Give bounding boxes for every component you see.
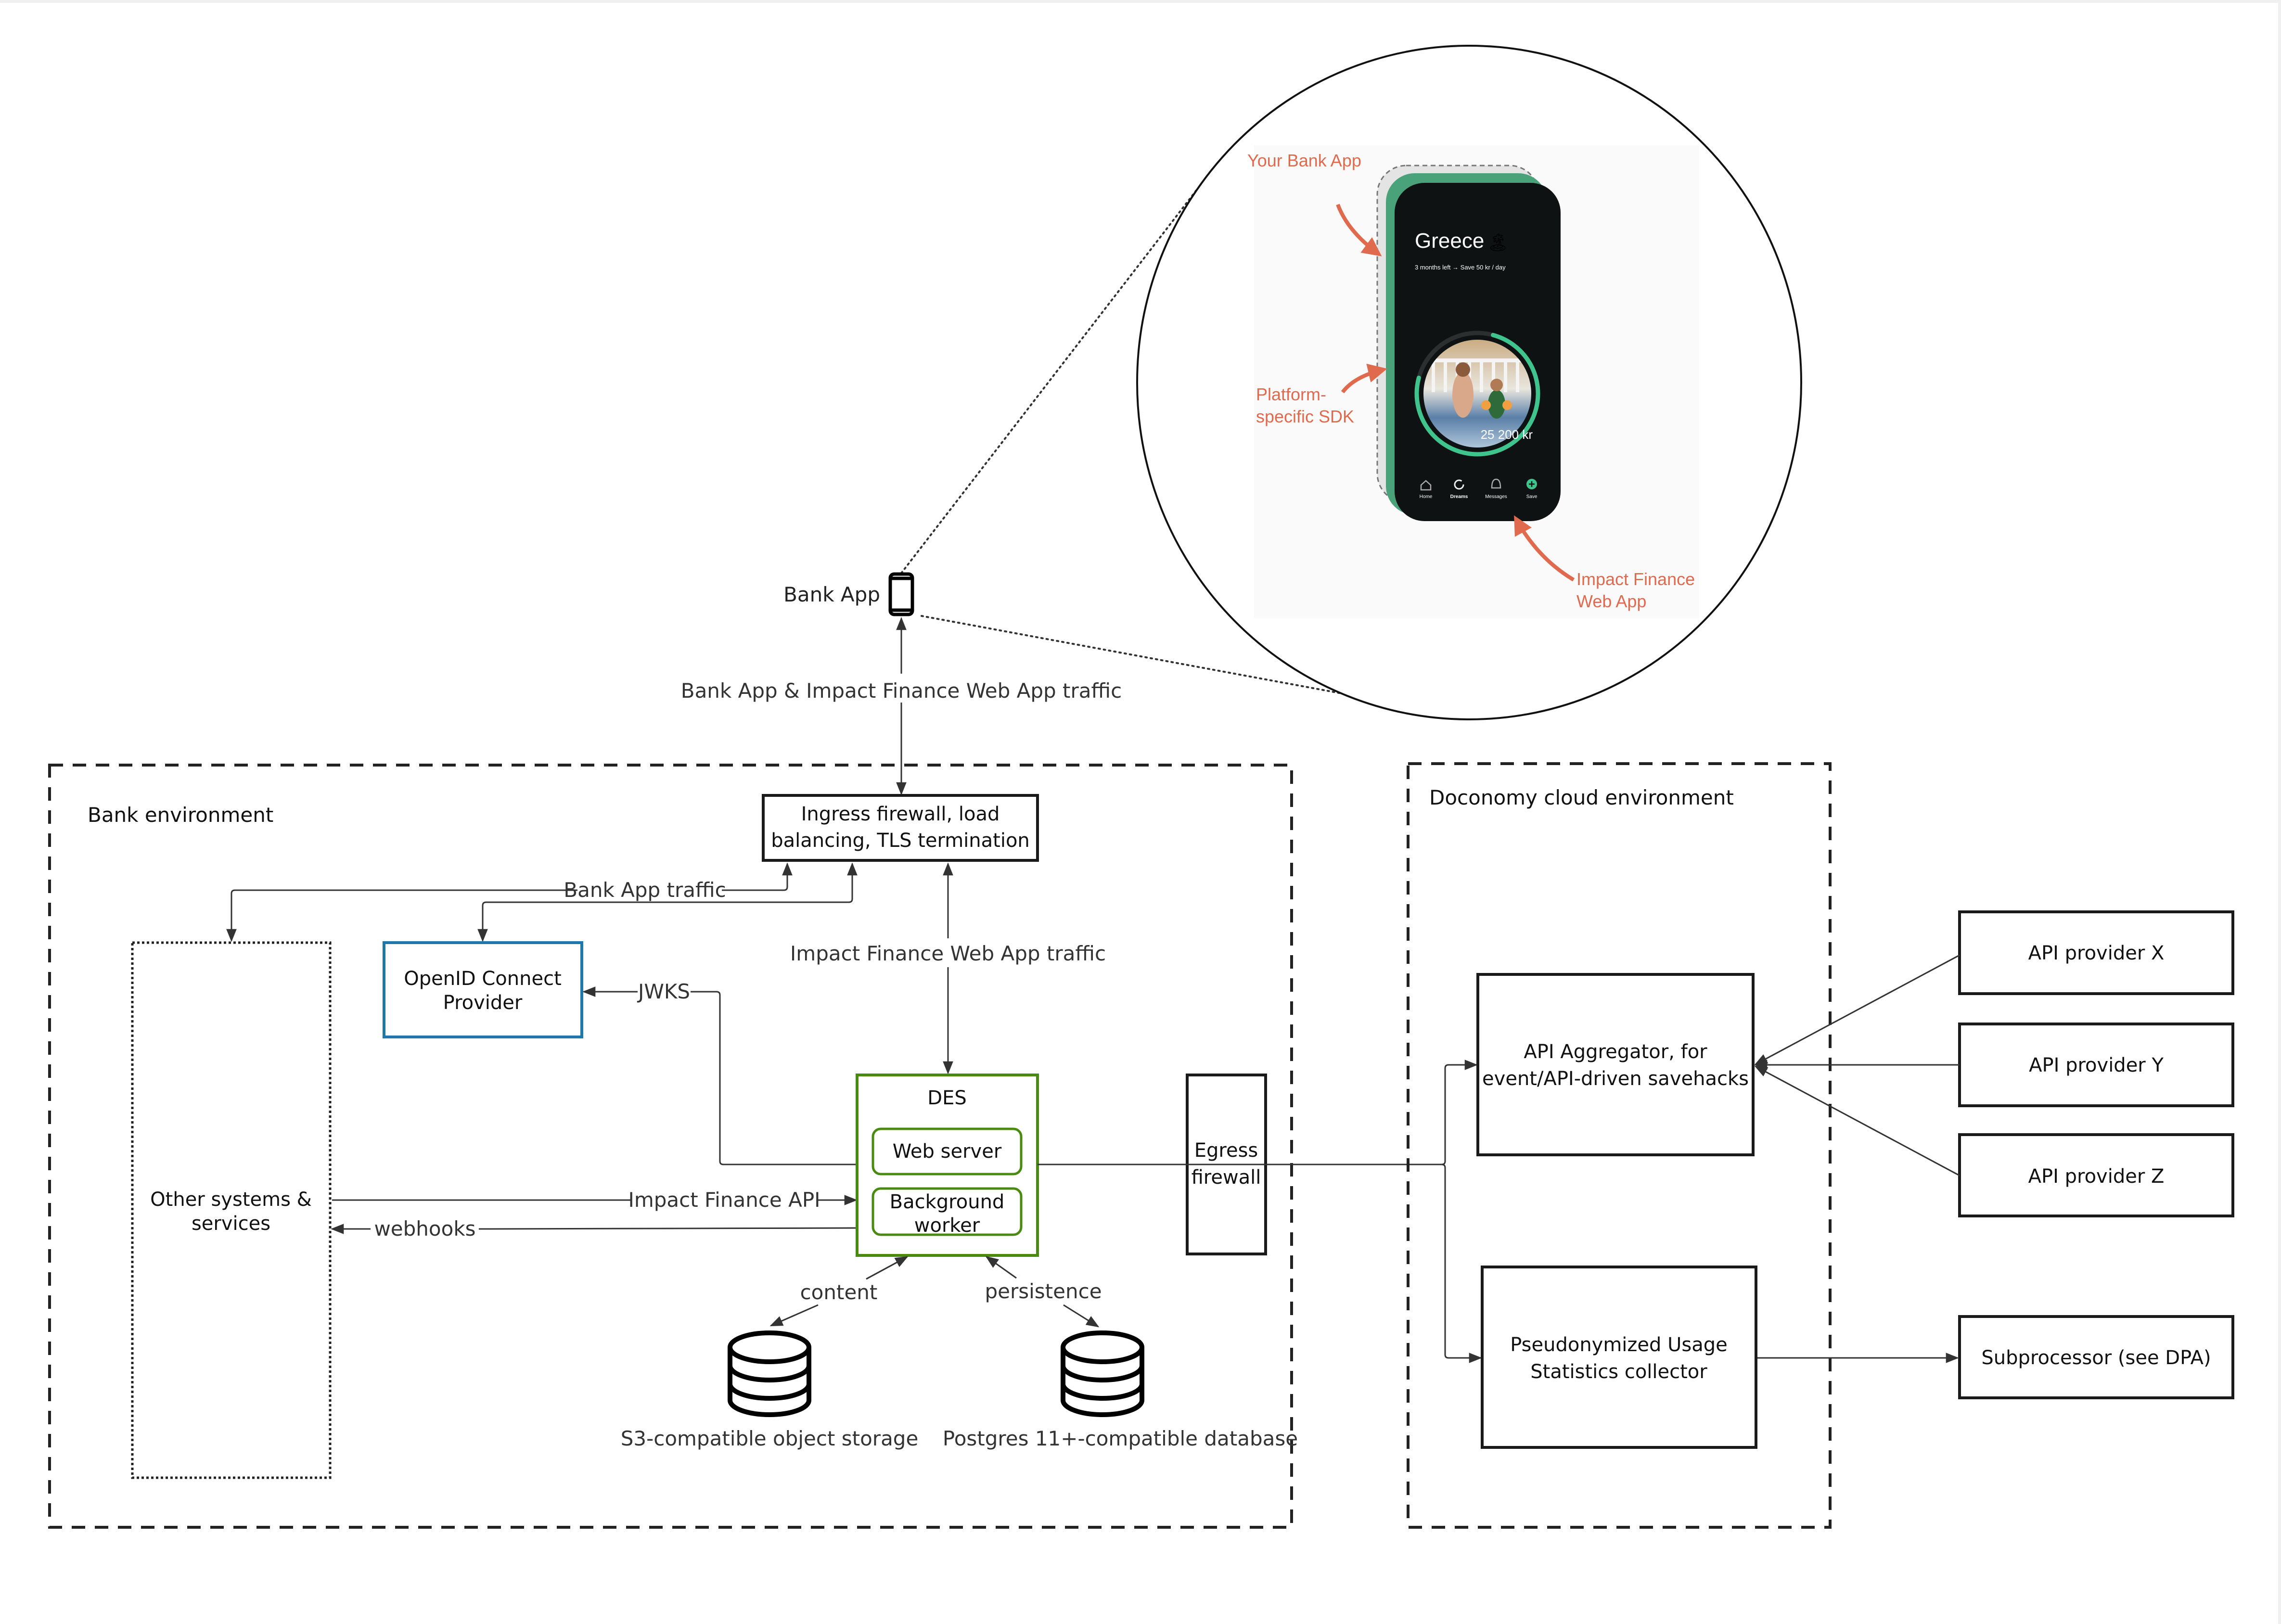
edge-label-webhooks: webhooks xyxy=(374,1217,475,1240)
bank-app-label: Bank App xyxy=(783,583,880,606)
edge-label-bank-app-traffic: Bank App traffic xyxy=(564,878,726,902)
phone-title: Greece xyxy=(1415,229,1484,253)
api-provider-z-node[interactable]: API provider Z xyxy=(1958,1133,2234,1217)
doconomy-environment-label: Doconomy cloud environment xyxy=(1429,786,1734,809)
database-icon xyxy=(1061,1330,1144,1417)
architecture-diagram: Greece 🏝 3 months left → Save 50 kr / da… xyxy=(48,45,2234,1529)
s3-label: S3-compatible object storage xyxy=(621,1427,919,1450)
edge-label-jwks: JWKS xyxy=(637,980,690,1003)
aggregator-label-line2: event/API-driven savehacks xyxy=(1482,1068,1749,1090)
edge-persistence-upper xyxy=(985,1256,1017,1279)
edge-jwks-route xyxy=(691,991,857,1165)
annotation-your-bank-app: Your Bank App xyxy=(1247,151,1361,170)
postgres-label: Postgres 11+-compatible database xyxy=(943,1427,1298,1450)
edge-content-upper xyxy=(866,1256,909,1280)
oidc-label-line1: OpenID Connect xyxy=(404,968,562,990)
nav-label-home: Home xyxy=(1420,494,1433,499)
stats-label-line2: Statistics collector xyxy=(1530,1361,1707,1383)
edge-bankapp-traffic-a-right xyxy=(722,862,793,891)
web-server-node[interactable]: Web server xyxy=(871,1127,1023,1176)
annotation-web-app-line2: Web App xyxy=(1576,591,1646,611)
annotation-sdk-line2: specific SDK xyxy=(1256,407,1354,426)
s3-storage-node[interactable]: S3-compatible object storage xyxy=(621,1330,919,1450)
des-title: DES xyxy=(927,1087,966,1109)
api-provider-x-label: API provider X xyxy=(2028,942,2165,964)
edge-api-x-to-aggregator xyxy=(1754,954,1960,1065)
bank-environment-label: Bank environment xyxy=(88,803,273,827)
des-node[interactable]: DES Web server Background worker xyxy=(856,1074,1039,1257)
background-worker-node[interactable]: Background worker xyxy=(871,1187,1023,1237)
annotation-web-app-line1: Impact Finance xyxy=(1576,569,1695,589)
web-server-label: Web server xyxy=(893,1140,1002,1163)
oidc-provider-node[interactable]: OpenID Connect Provider xyxy=(383,941,583,1038)
stats-label-line1: Pseudonymized Usage xyxy=(1510,1334,1728,1356)
api-provider-x-node[interactable]: API provider X xyxy=(1958,910,2234,995)
edge-persistence-lower xyxy=(1063,1304,1100,1328)
api-provider-z-label: API provider Z xyxy=(2028,1165,2165,1188)
usage-stats-collector-node[interactable]: Pseudonymized Usage Statistics collector xyxy=(1481,1266,1757,1449)
saved-amount: 25 200 kr xyxy=(1481,427,1533,442)
edge-label-webapp-traffic: Impact Finance Web App traffic xyxy=(790,942,1106,965)
edge-webhooks-right xyxy=(478,1227,858,1230)
ingress-label-line1: Ingress firewall, load xyxy=(801,803,1000,825)
subprocessor-label: Subprocessor (see DPA) xyxy=(1981,1347,2211,1369)
nav-label-dreams: Dreams xyxy=(1450,494,1468,499)
worker-label-line2: worker xyxy=(914,1215,980,1237)
api-provider-y-label: API provider Y xyxy=(2029,1054,2164,1076)
database-icon xyxy=(728,1330,811,1417)
egress-label-line2: firewall xyxy=(1192,1166,1261,1189)
oidc-label-line2: Provider xyxy=(443,992,523,1014)
ingress-firewall-node[interactable]: Ingress firewall, load balancing, TLS te… xyxy=(762,794,1039,862)
api-provider-y-node[interactable]: API provider Y xyxy=(1958,1023,2234,1107)
ingress-label-line2: balancing, TLS termination xyxy=(771,830,1030,852)
edge-des-to-stats xyxy=(1441,1164,1482,1363)
subprocessor-node[interactable]: Subprocessor (see DPA) xyxy=(1958,1315,2234,1399)
other-systems-node[interactable]: Other systems & services xyxy=(131,941,332,1479)
edge-label-bankapp-ingress: Bank App & Impact Finance Web App traffi… xyxy=(681,679,1122,703)
edge-content-lower xyxy=(769,1304,819,1327)
smartphone-icon xyxy=(888,572,914,616)
api-aggregator-node[interactable]: API Aggregator, for event/API-driven sav… xyxy=(1476,973,1755,1156)
app-screenshot-panel: Greece 🏝 3 months left → Save 50 kr / da… xyxy=(1247,145,1699,618)
egress-label-line1: Egress xyxy=(1194,1139,1258,1162)
edge-label-content: content xyxy=(800,1280,878,1304)
edge-label-impact-finance-api: Impact Finance API xyxy=(628,1188,820,1212)
nav-label-messages: Messages xyxy=(1485,494,1507,499)
worker-label-line1: Background xyxy=(890,1191,1005,1213)
island-emoji-icon: 🏝 xyxy=(1487,233,1509,253)
other-systems-label-line1: Other systems & xyxy=(150,1189,312,1211)
edge-bankapp-traffic-oidc xyxy=(477,862,858,942)
other-systems-label-line2: services xyxy=(192,1213,270,1235)
postgres-db-node[interactable]: Postgres 11+-compatible database xyxy=(943,1330,1298,1450)
annotation-sdk-line1: Platform- xyxy=(1256,384,1326,404)
edge-label-persistence: persistence xyxy=(985,1279,1102,1303)
nav-label-save: Save xyxy=(1526,494,1538,499)
phone-subtitle: 3 months left → Save 50 kr / day xyxy=(1415,264,1506,271)
aggregator-label-line1: API Aggregator, for xyxy=(1524,1041,1707,1063)
edge-api-z-to-aggregator xyxy=(1754,1065,1960,1176)
edge-bankapp-traffic-a-left xyxy=(226,889,577,942)
